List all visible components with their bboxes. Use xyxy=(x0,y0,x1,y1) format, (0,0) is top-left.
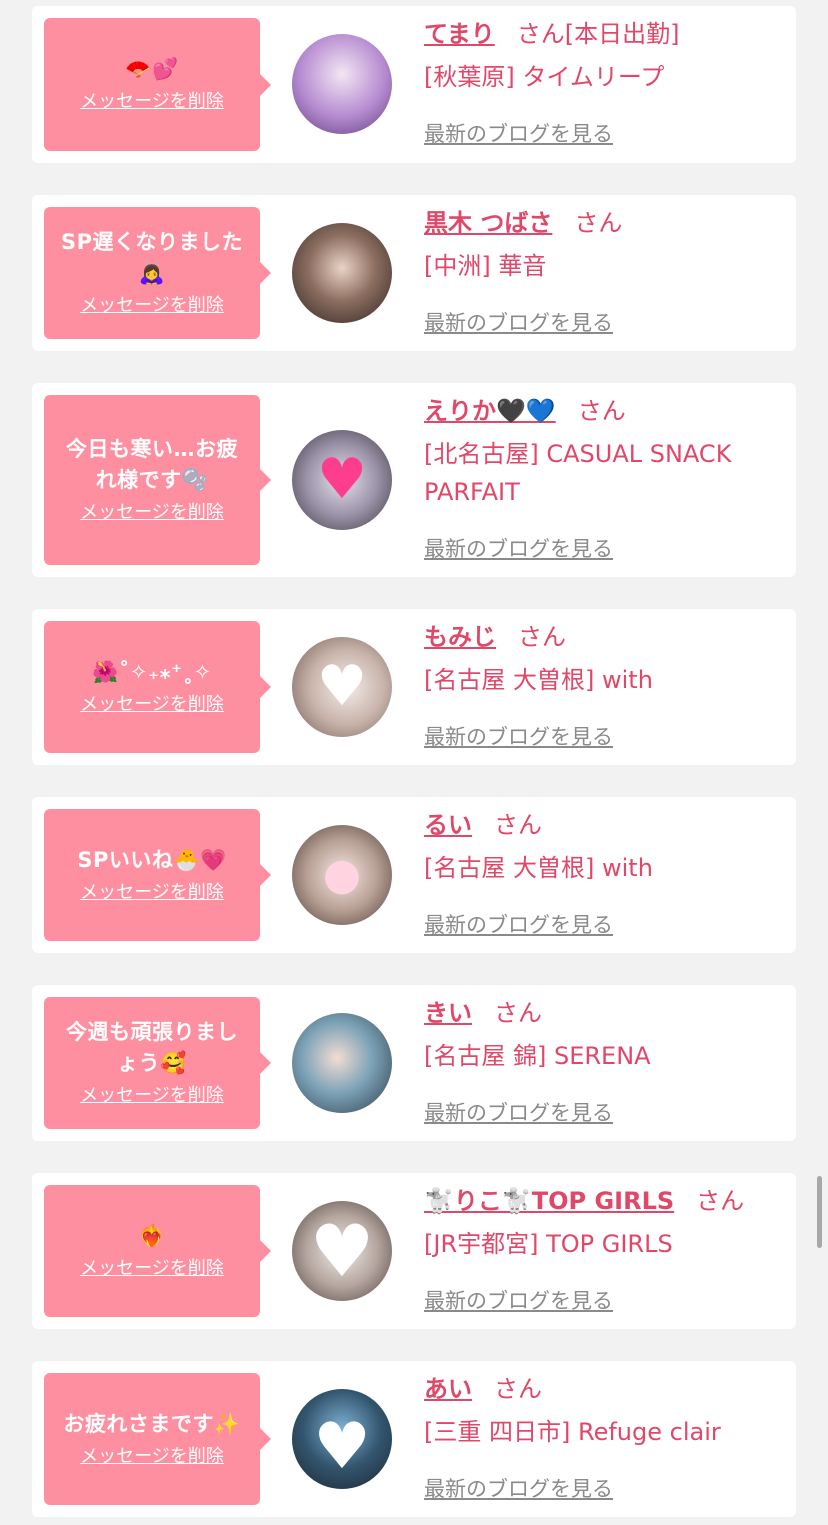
message-card: SPいいね🐣💗 メッセージを削除 ● るい さん [名古屋 大曽根] with 最… xyxy=(32,797,796,953)
avatar[interactable] xyxy=(292,34,392,134)
message-text: SP遅くなりました 🙇‍♀️ xyxy=(60,230,243,285)
shop-label: [名古屋 錦] SERENA xyxy=(424,1042,651,1070)
avatar[interactable] xyxy=(292,223,392,323)
cast-name-link[interactable]: あい xyxy=(424,1375,472,1403)
scrollbar[interactable] xyxy=(817,1176,822,1248)
cast-name-link[interactable]: えりか🖤💙 xyxy=(424,397,556,425)
message-bubble: 今日も寒い…お疲 れ様です🫧 メッセージを削除 xyxy=(44,395,271,565)
message-card: 今日も寒い…お疲 れ様です🫧 メッセージを削除 ♥ えりか🖤💙 さん [北名古屋]… xyxy=(32,383,796,577)
suffix-label: さん xyxy=(494,1375,542,1403)
delete-message-link[interactable]: メッセージを削除 xyxy=(80,89,224,115)
delete-message-link[interactable]: メッセージを削除 xyxy=(80,500,224,526)
suffix-label: さん xyxy=(494,999,542,1027)
message-bubble: 今週も頑張りまし ょう🥰 メッセージを削除 xyxy=(44,997,271,1129)
delete-message-link[interactable]: メッセージを削除 xyxy=(80,1444,224,1470)
message-text: お疲れさまです✨ xyxy=(63,1411,241,1436)
suffix-label: さん xyxy=(518,623,566,651)
heart-icon: ♥ xyxy=(313,1410,371,1484)
message-card: ❤️‍🔥 メッセージを削除 ♥ 🐩りこ🐩TOP GIRLS さん [JR宇都宮] … xyxy=(32,1173,796,1329)
shop-label: [名古屋 大曽根] with xyxy=(424,666,653,694)
delete-message-link[interactable]: メッセージを削除 xyxy=(80,1083,224,1109)
delete-message-link[interactable]: メッセージを削除 xyxy=(80,293,224,319)
suffix-label: さん xyxy=(494,811,542,839)
cast-name-link[interactable]: 黒木 つばさ xyxy=(424,209,552,237)
delete-message-link[interactable]: メッセージを削除 xyxy=(80,692,224,718)
message-bubble: SPいいね🐣💗 メッセージを削除 xyxy=(44,809,271,941)
message-text: 🪭💕 xyxy=(125,57,179,81)
message-text: 今週も頑張りまし ょう🥰 xyxy=(66,1020,238,1075)
avatar[interactable]: ♥ xyxy=(292,1389,392,1489)
shop-label: [中洲] 華音 xyxy=(424,252,547,280)
shop-label: [北名古屋] CASUAL SNACK PARFAIT xyxy=(424,440,732,506)
suffix-label: さん xyxy=(577,397,626,425)
avatar[interactable]: ♥ xyxy=(292,1201,392,1301)
message-card: 今週も頑張りまし ょう🥰 メッセージを削除 きい さん [名古屋 錦] SEREN… xyxy=(32,985,796,1141)
latest-blog-link[interactable]: 最新のブログを見る xyxy=(424,118,613,148)
latest-blog-link[interactable]: 最新のブログを見る xyxy=(424,721,613,751)
message-card: SP遅くなりました 🙇‍♀️ メッセージを削除 黒木 つばさ さん [中洲] 華音… xyxy=(32,195,796,351)
latest-blog-link[interactable]: 最新のブログを見る xyxy=(424,533,613,563)
avatar[interactable]: ♥ xyxy=(292,430,392,530)
message-card: お疲れさまです✨ メッセージを削除 ♥ あい さん [三重 四日市] Refuge… xyxy=(32,1361,796,1517)
shop-label: [JR宇都宮] TOP GIRLS xyxy=(424,1230,673,1258)
cast-name-link[interactable]: もみじ xyxy=(424,623,496,651)
message-bubble: 🪭💕 メッセージを削除 xyxy=(44,18,271,151)
message-card: 🌺˚✧₊⁎⁺˳✧ メッセージを削除 ♥ もみじ さん [名古屋 大曽根] with… xyxy=(32,609,796,765)
shop-label: [秋葉原] タイムリープ xyxy=(424,63,665,91)
avatar[interactable] xyxy=(292,1013,392,1113)
cast-name-link[interactable]: 🐩りこ🐩TOP GIRLS xyxy=(424,1187,674,1215)
latest-blog-link[interactable]: 最新のブログを見る xyxy=(424,1285,613,1315)
heart-icon: ♥ xyxy=(316,654,368,719)
cast-name-link[interactable]: てまり xyxy=(424,20,495,48)
message-card: 🪭💕 メッセージを削除 てまり さん[本日出勤] [秋葉原] タイムリープ 最新の… xyxy=(32,6,796,163)
message-text: ❤️‍🔥 xyxy=(138,1223,166,1248)
delete-message-link[interactable]: メッセージを削除 xyxy=(80,880,224,906)
message-text: 今日も寒い…お疲 れ様です🫧 xyxy=(66,437,238,492)
heart-icon: ♥ xyxy=(316,447,368,512)
heart-icon: ♥ xyxy=(309,1209,375,1293)
suffix-label: さん xyxy=(696,1187,745,1215)
message-bubble: 🌺˚✧₊⁎⁺˳✧ メッセージを削除 xyxy=(44,621,271,753)
shop-label: [名古屋 大曽根] with xyxy=(424,854,653,882)
suffix-label: さん xyxy=(574,209,623,237)
suffix-label: さん[本日出勤] xyxy=(516,20,680,48)
latest-blog-link[interactable]: 最新のブログを見る xyxy=(424,307,613,337)
cast-name-link[interactable]: るい xyxy=(424,811,472,839)
message-text: SPいいね🐣💗 xyxy=(77,847,227,872)
latest-blog-link[interactable]: 最新のブログを見る xyxy=(424,1473,613,1503)
message-bubble: ❤️‍🔥 メッセージを削除 xyxy=(44,1185,271,1317)
delete-message-link[interactable]: メッセージを削除 xyxy=(80,1256,224,1282)
message-bubble: SP遅くなりました 🙇‍♀️ メッセージを削除 xyxy=(44,207,271,339)
cast-name-link[interactable]: きい xyxy=(424,999,472,1027)
avatar[interactable]: ● xyxy=(292,825,392,925)
latest-blog-link[interactable]: 最新のブログを見る xyxy=(424,909,613,939)
heart-icon: ● xyxy=(322,849,362,900)
message-bubble: お疲れさまです✨ メッセージを削除 xyxy=(44,1373,271,1505)
avatar[interactable]: ♥ xyxy=(292,637,392,737)
latest-blog-link[interactable]: 最新のブログを見る xyxy=(424,1097,613,1127)
shop-label: [三重 四日市] Refuge clair xyxy=(424,1418,721,1446)
message-text: 🌺˚✧₊⁎⁺˳✧ xyxy=(92,659,212,684)
